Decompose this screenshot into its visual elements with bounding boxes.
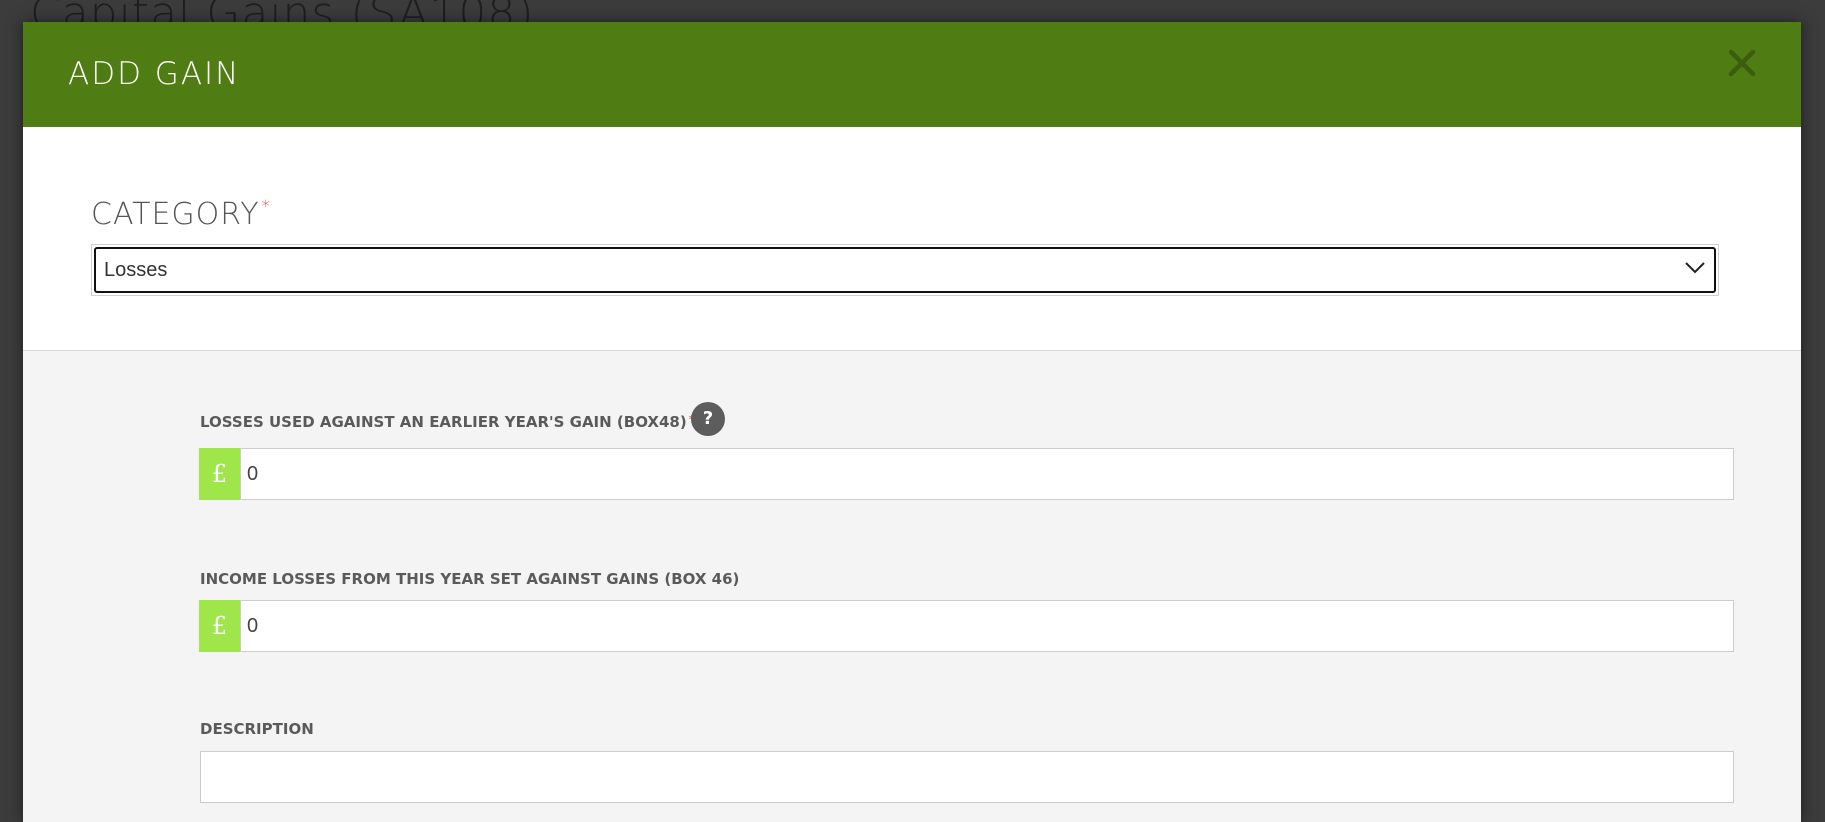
close-icon[interactable] [1725, 46, 1759, 80]
category-select[interactable]: Losses [94, 247, 1716, 293]
description-label: DESCRIPTION [200, 720, 314, 738]
box48-label-text: LOSSES USED AGAINST AN EARLIER YEAR'S GA… [200, 413, 687, 431]
box48-label: LOSSES USED AGAINST AN EARLIER YEAR'S GA… [200, 413, 694, 431]
modal-title: ADD GAIN [68, 56, 241, 92]
description-input[interactable] [200, 751, 1734, 803]
category-selected-value: Losses [104, 259, 168, 281]
pound-currency-icon: £ [199, 600, 240, 652]
pound-currency-icon: £ [199, 448, 240, 500]
category-select-wrapper: Losses [91, 244, 1719, 296]
description-label-text: DESCRIPTION [200, 720, 314, 738]
box48-field: £ 0 [199, 448, 1734, 500]
box46-label: INCOME LOSSES FROM THIS YEAR SET AGAINST… [200, 570, 739, 588]
box46-label-text: INCOME LOSSES FROM THIS YEAR SET AGAINST… [200, 570, 740, 588]
category-label-text: CATEGORY [91, 197, 260, 232]
box46-input[interactable]: 0 [240, 600, 1734, 652]
form-body: LOSSES USED AGAINST AN EARLIER YEAR'S GA… [23, 351, 1801, 822]
help-icon[interactable]: ? [691, 402, 725, 436]
box48-input[interactable]: 0 [240, 448, 1734, 500]
add-gain-modal: ADD GAIN CATEGORY * LOSSES USED AGAINST A… [23, 22, 1801, 822]
required-marker: * [261, 197, 272, 217]
category-section: CATEGORY * [23, 127, 1801, 351]
modal-header: ADD GAIN [23, 22, 1801, 127]
category-label: CATEGORY * [91, 197, 271, 232]
chevron-down-icon [1684, 261, 1706, 280]
box46-field: £ 0 [199, 600, 1734, 652]
